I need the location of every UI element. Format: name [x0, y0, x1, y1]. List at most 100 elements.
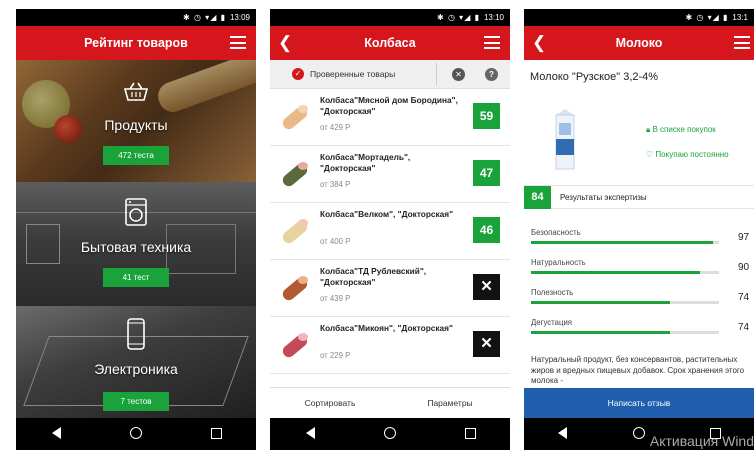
params-button[interactable]: Параметры	[390, 388, 510, 418]
category-card-products[interactable]: Продукты 472 теста	[16, 60, 256, 182]
metric-row: Натуральность 90	[531, 258, 754, 274]
phone-sausage-list-screen: ✱ ◷ ▾◢ ▮ 13:10 ❮ Колбаса ✓ Проверенные т…	[270, 9, 510, 450]
item-price: от 229 Р	[320, 351, 351, 360]
item-name: Колбаса"Мясной дом Бородина", "Докторска…	[320, 95, 458, 116]
sausage-thumbnail	[282, 333, 308, 358]
status-bar: ✱ ◷ ▾◢ ▮ 13:1	[524, 9, 754, 26]
screen-title: Рейтинг товаров	[84, 36, 188, 50]
metric-row: Полезность 74	[531, 288, 754, 304]
category-name: Электроника	[94, 361, 178, 377]
washing-machine-icon	[125, 198, 147, 231]
check-icon[interactable]: ✓	[292, 68, 304, 80]
list-item[interactable]: Колбаса"Мясной дом Бородина", "Докторска…	[270, 89, 510, 146]
bottom-actions: Сортировать Параметры	[270, 387, 510, 418]
screenshot-stage: ✱ ◷ ▾◢ ▮ 13:09 Рейтинг товаров Продукты …	[0, 0, 754, 459]
expertise-label: Результаты экспертизы	[560, 193, 647, 202]
item-name: Колбаса"Велком", "Докторская"	[320, 209, 454, 219]
menu-icon[interactable]	[734, 36, 750, 49]
expertise-row[interactable]: 84 Результаты экспертизы	[524, 185, 754, 209]
screen-title: Молоко	[615, 36, 663, 50]
clear-filter-icon[interactable]: ✕	[452, 67, 465, 81]
write-review-button[interactable]: Написать отзыв	[524, 388, 754, 418]
status-time: 13:09	[229, 13, 250, 22]
phone-milk-detail-screen: ✱ ◷ ▾◢ ▮ 13:1 ❮ Молоко Молоко "Рузское" …	[524, 9, 754, 450]
category-card-appliances[interactable]: Бытовая техника 41 тест	[16, 182, 256, 306]
list-item[interactable]: Колбаса"Мортадель", "Докторская" от 384 …	[270, 146, 510, 203]
metric-track	[531, 241, 719, 244]
sort-button[interactable]: Сортировать	[270, 388, 390, 418]
android-nav-bar	[16, 418, 256, 450]
sausage-thumbnail	[282, 162, 308, 187]
metric-value: 74	[738, 322, 750, 333]
recents-nav-icon[interactable]	[455, 427, 485, 442]
back-nav-icon[interactable]	[41, 426, 71, 442]
metric-label: Безопасность	[531, 228, 581, 237]
help-icon[interactable]: ?	[485, 67, 498, 81]
phone-rating-screen: ✱ ◷ ▾◢ ▮ 13:09 Рейтинг товаров Продукты …	[16, 9, 256, 450]
metric-label: Натуральность	[531, 258, 586, 267]
home-nav-icon[interactable]	[375, 426, 405, 442]
list-item[interactable]: Колбаса"Велком", "Докторская" от 400 Р 4…	[270, 203, 510, 260]
list-item[interactable]: Колбаса"Микоян", "Докторская" от 229 Р ✕	[270, 317, 510, 374]
metric-bar	[531, 241, 714, 244]
buy-regularly-action[interactable]: ♡ Покупаю постоянно	[646, 150, 729, 159]
item-score-badge: 46	[473, 217, 500, 243]
metric-bar	[531, 271, 701, 274]
metric-label: Дегустация	[531, 318, 573, 327]
sausage-thumbnail	[282, 276, 308, 301]
status-time: 13:10	[483, 13, 504, 22]
metric-track	[531, 331, 719, 334]
product-description: Натуральный продукт, без консервантов, р…	[531, 355, 745, 385]
item-price: от 384 Р	[320, 180, 351, 189]
action-label: В списке покупок	[652, 125, 716, 134]
metric-row: Дегустация 74	[531, 318, 754, 334]
metric-track	[531, 301, 719, 304]
metric-bar	[531, 331, 671, 334]
screen-title: Колбаса	[364, 36, 416, 50]
android-nav-bar	[270, 418, 510, 450]
sausage-thumbnail	[282, 219, 308, 244]
status-time: 13:1	[732, 13, 748, 22]
status-icons: ✱ ◷ ▾◢ ▮	[183, 13, 226, 22]
heart-icon: ♡	[646, 150, 654, 159]
metric-bar	[531, 301, 671, 304]
status-icons: ✱ ◷ ▾◢ ▮	[437, 13, 480, 22]
item-name: Колбаса"Мортадель", "Докторская"	[320, 152, 411, 173]
category-tests-badge: 41 тест	[103, 268, 169, 287]
filter-label[interactable]: Проверенные товары	[310, 69, 395, 79]
metric-row: Безопасность 97	[531, 228, 754, 244]
item-name: Колбаса"ТД Рублевский", "Докторская"	[320, 266, 427, 287]
menu-icon[interactable]	[230, 36, 246, 49]
app-bar: ❮ Молоко	[524, 26, 754, 60]
item-score-badge: 47	[473, 160, 500, 186]
category-name: Бытовая техника	[80, 239, 192, 255]
windows-activation-watermark: Активация Wind	[649, 433, 754, 449]
item-price: от 429 Р	[320, 123, 351, 132]
expertise-score-badge: 84	[524, 186, 551, 209]
menu-icon[interactable]	[484, 36, 500, 49]
recents-nav-icon[interactable]	[201, 427, 231, 442]
item-name: Колбаса"Микоян", "Докторская"	[320, 323, 453, 333]
milk-pack-image	[555, 109, 575, 170]
sausage-thumbnail	[282, 105, 308, 130]
metric-value: 74	[738, 292, 750, 303]
filter-bar: ✓ Проверенные товары ✕ ?	[270, 60, 510, 89]
item-score-badge: ✕	[473, 331, 500, 357]
basket-icon	[123, 82, 149, 107]
list-item[interactable]: Колбаса"ТД Рублевский", "Докторская" от …	[270, 260, 510, 317]
back-nav-icon[interactable]	[295, 426, 325, 442]
category-tests-badge: 472 теста	[103, 146, 169, 165]
add-to-list-action[interactable]: 🔒︎ В списке покупок	[646, 125, 716, 135]
metric-value: 90	[738, 262, 750, 273]
item-price: от 400 Р	[320, 237, 351, 246]
category-name: Продукты	[104, 117, 168, 133]
category-tests-badge: 7 тестов	[103, 392, 169, 411]
app-bar: ❮ Колбаса	[270, 26, 510, 60]
category-card-electronics[interactable]: Электроника 7 тестов	[16, 306, 256, 418]
item-score-badge: 59	[473, 103, 500, 129]
home-nav-icon[interactable]	[121, 426, 151, 442]
item-price: от 439 Р	[320, 294, 351, 303]
status-icons: ✱ ◷ ▾◢ ▮	[685, 13, 729, 22]
back-nav-icon[interactable]	[547, 426, 577, 442]
item-score-badge: ✕	[473, 274, 500, 300]
